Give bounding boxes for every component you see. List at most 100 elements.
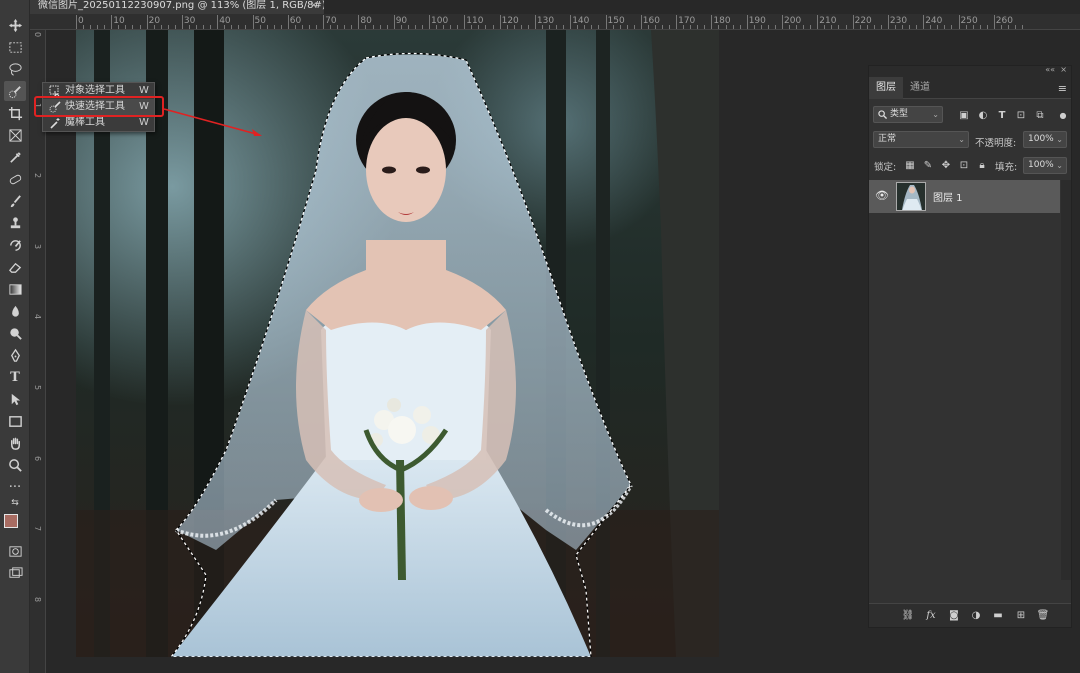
eye-icon[interactable]: 👁︎ bbox=[875, 189, 889, 202]
tab-channels[interactable]: 通道 bbox=[903, 77, 937, 99]
gradient-tool[interactable] bbox=[4, 279, 26, 299]
ruler-tick bbox=[259, 25, 261, 29]
filter-type-icon[interactable]: T bbox=[995, 109, 1009, 123]
blend-mode-select[interactable]: 正常 ⌄ bbox=[873, 131, 969, 148]
collapse-panel-icon[interactable]: «« bbox=[1045, 65, 1055, 74]
brush-tool[interactable] bbox=[4, 191, 26, 211]
filter-adjustment-icon[interactable]: ◐ bbox=[976, 109, 990, 123]
ruler-tick bbox=[979, 25, 981, 29]
ruler-tick bbox=[111, 15, 113, 29]
eyedropper-tool[interactable] bbox=[4, 147, 26, 167]
document-title: 微信图片_20250112230907.png @ 113% (图层 1, RG… bbox=[38, 0, 324, 11]
ruler-label: 8 bbox=[33, 596, 42, 602]
type-tool[interactable]: T bbox=[4, 367, 26, 387]
ruler-tick bbox=[181, 15, 183, 29]
marquee-tool[interactable] bbox=[4, 37, 26, 57]
lock-all-icon[interactable]: 🔒︎ bbox=[975, 159, 989, 173]
ruler-label: 150 bbox=[607, 16, 625, 26]
ruler-tick bbox=[549, 25, 551, 29]
rectangle-tool[interactable] bbox=[4, 411, 26, 431]
ruler-tick bbox=[252, 15, 254, 29]
ruler-tick bbox=[810, 25, 812, 29]
lock-artboard-icon[interactable]: ⊡ bbox=[957, 159, 971, 173]
filter-smart-object-icon[interactable]: ⧉ bbox=[1033, 109, 1047, 123]
delete-layer-icon[interactable]: 🗑︎ bbox=[1036, 609, 1050, 623]
move-tool[interactable] bbox=[4, 15, 26, 35]
add-mask-icon[interactable]: ◙ bbox=[947, 609, 961, 623]
ruler-label: 160 bbox=[642, 16, 660, 26]
layer-row[interactable]: 👁︎ 图层 1 bbox=[869, 180, 1060, 213]
magic-wand-icon bbox=[50, 118, 60, 129]
ruler-tick bbox=[873, 25, 875, 29]
ruler-label: 140 bbox=[572, 16, 590, 26]
path-selection-tool[interactable] bbox=[4, 389, 26, 409]
ruler-tick bbox=[351, 25, 353, 29]
tab-layers[interactable]: 图层 bbox=[869, 77, 903, 99]
layers-scrollbar[interactable] bbox=[1061, 180, 1071, 580]
link-layers-icon[interactable]: ⛓︎ bbox=[901, 609, 915, 623]
screen-mode-button[interactable] bbox=[4, 563, 26, 583]
close-document-icon[interactable]: × bbox=[310, 0, 318, 12]
ruler-tick bbox=[753, 25, 755, 29]
quick-selection-tool[interactable] bbox=[4, 81, 26, 101]
more-tools[interactable]: ··· bbox=[4, 477, 26, 497]
lock-transparent-icon[interactable]: ▦ bbox=[903, 159, 917, 173]
pen-tool[interactable] bbox=[4, 345, 26, 365]
blur-tool[interactable] bbox=[4, 301, 26, 321]
ruler-tick bbox=[718, 25, 720, 29]
healing-brush-tool[interactable] bbox=[4, 169, 26, 189]
zoom-tool[interactable] bbox=[4, 455, 26, 475]
opacity-input[interactable]: 100% ⌄ bbox=[1023, 131, 1067, 148]
swap-colors-button[interactable]: ⇆ bbox=[4, 496, 26, 510]
lock-position-icon[interactable]: ✥ bbox=[939, 159, 953, 173]
ruler-tick bbox=[464, 15, 466, 29]
panel-title-bar: «« × bbox=[869, 65, 1071, 77]
ruler-tick bbox=[457, 25, 459, 29]
ruler-label: 220 bbox=[854, 16, 872, 26]
ruler-tick bbox=[654, 25, 656, 29]
ruler-tick bbox=[372, 25, 374, 29]
horizontal-ruler[interactable]: 0 10 20 30 40 50 60 70 80 90 100 110 120 130 140 150 160… bbox=[30, 14, 1080, 30]
layer-style-icon[interactable]: fx bbox=[924, 609, 938, 623]
ruler-tick bbox=[160, 25, 162, 29]
new-group-icon[interactable]: ▬ bbox=[991, 609, 1005, 623]
lasso-tool[interactable] bbox=[4, 59, 26, 79]
fill-input[interactable]: 100% ⌄ bbox=[1023, 157, 1067, 174]
crop-tool[interactable] bbox=[4, 103, 26, 123]
foreground-color-swatch[interactable] bbox=[4, 514, 18, 528]
ruler-tick bbox=[803, 25, 805, 29]
ruler-label: 190 bbox=[748, 16, 766, 26]
ruler-label: 130 bbox=[536, 16, 555, 26]
magic-wand-tool-item[interactable]: 魔棒工具 W bbox=[43, 115, 154, 131]
dodge-tool[interactable] bbox=[4, 323, 26, 343]
ruler-tick bbox=[591, 25, 593, 29]
ruler-tick bbox=[407, 25, 409, 29]
eraser-tool[interactable] bbox=[4, 257, 26, 277]
new-adjustment-layer-icon[interactable]: ◑ bbox=[969, 609, 983, 623]
eraser-icon bbox=[8, 262, 21, 273]
frame-tool[interactable] bbox=[4, 125, 26, 145]
ruler-label: 170 bbox=[678, 16, 696, 26]
document-tab[interactable]: 微信图片_20250112230907.png @ 113% (图层 1, RG… bbox=[30, 0, 324, 14]
filter-pixel-icon[interactable]: ▣ bbox=[957, 109, 971, 123]
panel-menu-icon[interactable]: ≡ bbox=[1058, 82, 1067, 95]
close-panel-icon[interactable]: × bbox=[1060, 65, 1067, 74]
clone-stamp-tool[interactable] bbox=[4, 213, 26, 233]
new-layer-icon[interactable]: ⊞ bbox=[1014, 609, 1028, 623]
history-brush-tool[interactable] bbox=[4, 235, 26, 255]
ruler-tick bbox=[767, 25, 769, 29]
quick-mask-button[interactable] bbox=[4, 541, 26, 561]
filter-kind-select[interactable]: 类型 ⌄ bbox=[873, 106, 943, 123]
ellipsis-icon: ··· bbox=[8, 479, 22, 495]
hand-tool[interactable] bbox=[4, 433, 26, 453]
ruler-tick bbox=[323, 15, 325, 29]
ruler-tick bbox=[231, 25, 233, 29]
ruler-tick bbox=[167, 25, 169, 29]
screen-mode-icon bbox=[8, 566, 23, 578]
filter-shape-icon[interactable]: ⊡ bbox=[1014, 109, 1028, 123]
ruler-tick bbox=[153, 25, 155, 29]
filter-toggle-icon[interactable]: ● bbox=[1056, 109, 1070, 123]
lock-image-icon[interactable]: ✎ bbox=[921, 159, 935, 173]
ruler-tick bbox=[224, 25, 226, 29]
ruler-tick bbox=[513, 25, 515, 29]
